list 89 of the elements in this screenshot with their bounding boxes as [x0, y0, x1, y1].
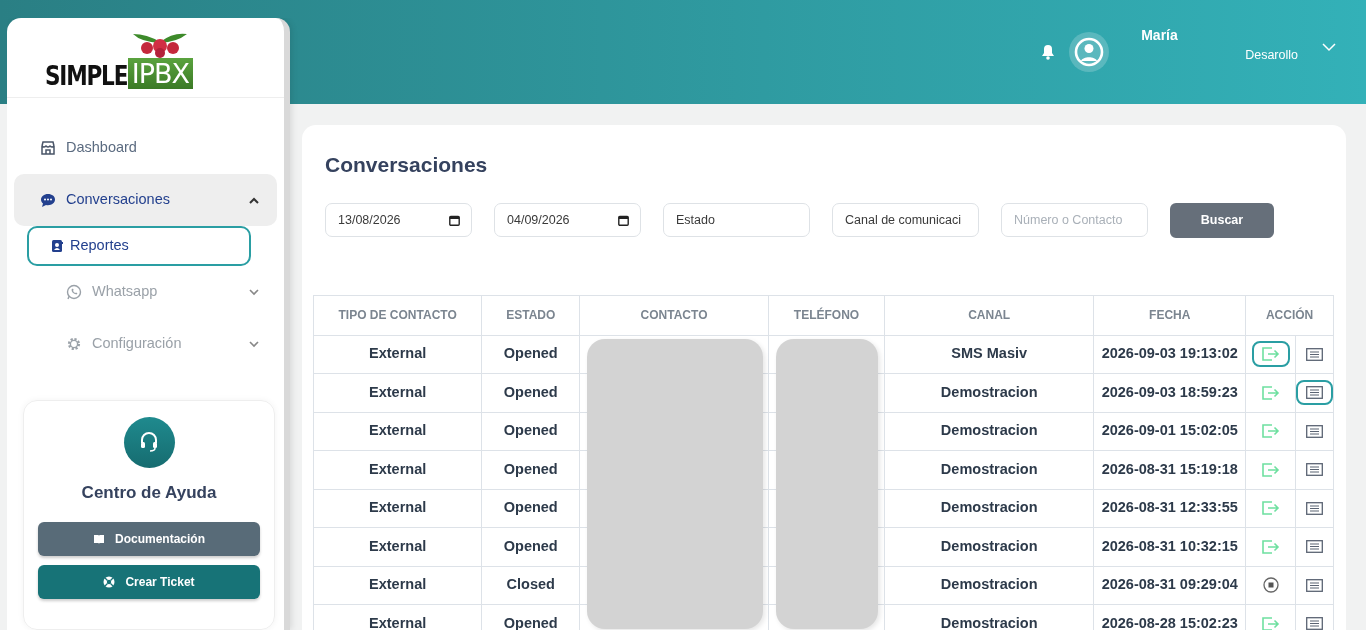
search-field[interactable]: Número o Contacto	[1001, 203, 1148, 237]
table-cell: External	[369, 422, 427, 439]
column-header: TIPO DE CONTACTO	[313, 295, 482, 335]
avatar[interactable]	[1069, 32, 1110, 72]
table-cell: 2026-08-31 10:32:15	[1101, 537, 1238, 554]
table-cell: Demostracion	[940, 576, 1038, 593]
list-icon	[1306, 347, 1324, 361]
stop-icon	[1262, 577, 1279, 594]
list-icon	[1306, 578, 1324, 592]
table-cell: SMS Masiv	[951, 345, 1028, 362]
bell-icon[interactable]	[1041, 44, 1056, 60]
table-cell: Opened	[503, 422, 558, 439]
list-icon	[1306, 463, 1324, 477]
chevron-down-icon[interactable]	[1322, 42, 1336, 52]
list-icon	[1306, 617, 1324, 630]
menu-item[interactable]: Dashboard	[14, 122, 277, 174]
exit-icon	[1261, 424, 1280, 439]
column-header: TELÉFONO	[768, 295, 885, 335]
table-cell: Opened	[503, 499, 558, 516]
table-cell: External	[369, 614, 427, 630]
gear-icon	[66, 336, 82, 352]
list-icon	[1306, 424, 1324, 438]
open-chat-button[interactable]	[1251, 341, 1290, 368]
chevron-down-icon	[249, 288, 259, 296]
table-cell: Closed	[506, 576, 555, 593]
date-field[interactable]: 04/09/2026	[494, 203, 641, 237]
table-cell: Opened	[503, 460, 558, 477]
table-cell: Demostracion	[940, 383, 1038, 400]
help-title: Centro de Ayuda	[81, 481, 217, 504]
search-button[interactable]: Buscar	[1170, 202, 1274, 238]
user-role: Desarollo	[1244, 47, 1298, 65]
table-cell: Demostracion	[940, 537, 1038, 554]
logo-badge: IPBX	[127, 58, 194, 89]
calendar-icon[interactable]	[449, 215, 460, 226]
table-cell: 2026-09-01 15:02:05	[1101, 422, 1238, 439]
date-field[interactable]: 13/08/2026	[325, 203, 472, 237]
column-header: CANAL	[884, 295, 1094, 335]
table-cell: 2026-09-03 19:13:02	[1101, 345, 1238, 362]
list-icon	[1306, 501, 1324, 515]
ticket-button[interactable]: Crear Ticket	[38, 565, 260, 599]
column-header: ACCIÓN	[1245, 295, 1334, 335]
exit-icon	[1261, 539, 1280, 554]
table-cell: 2026-08-31 12:33:55	[1101, 499, 1238, 516]
menu-item[interactable]: Conversaciones	[14, 174, 277, 226]
table-cell: Demostracion	[940, 614, 1038, 630]
table-cell: Demostracion	[940, 460, 1038, 477]
column-header: CONTACTO	[579, 295, 769, 335]
chevron-up-icon	[249, 196, 259, 204]
table-cell: Opened	[503, 345, 558, 362]
exit-icon	[1261, 462, 1280, 477]
logo-text: SIMPLE	[45, 62, 128, 89]
table-cell: Demostracion	[940, 499, 1038, 516]
user-name: María	[1141, 26, 1179, 46]
table-cell: Demostracion	[940, 422, 1038, 439]
list-icon	[1306, 386, 1324, 400]
submenu-item[interactable]: Reportes	[27, 226, 251, 266]
table-cell: Opened	[503, 537, 558, 554]
table-cell: 2026-08-28 15:02:23	[1101, 614, 1238, 630]
column-header: FECHA	[1093, 295, 1246, 335]
exit-icon	[1261, 616, 1280, 630]
contact-card-icon	[51, 239, 63, 253]
exit-icon	[1261, 347, 1280, 362]
table-cell: Opened	[503, 383, 558, 400]
exit-icon	[1261, 385, 1280, 400]
lifebuoy-icon	[103, 576, 116, 588]
page-title: Conversaciones	[325, 152, 489, 178]
table-cell: 2026-08-31 09:29:04	[1101, 576, 1238, 593]
documentation-button[interactable]: Documentación	[38, 522, 260, 556]
select-field[interactable]: Estado	[663, 203, 810, 237]
book-icon	[93, 534, 105, 544]
select-field[interactable]: Canal de comunicaci	[832, 203, 979, 237]
chevron-down-icon	[249, 340, 259, 348]
table-cell: External	[369, 537, 427, 554]
store-icon	[40, 140, 56, 156]
column-header: ESTADO	[481, 295, 580, 335]
table-cell: External	[369, 576, 427, 593]
detail-button[interactable]	[1296, 380, 1334, 406]
table-cell: Opened	[503, 614, 558, 630]
table-cell: 2026-09-03 18:59:23	[1101, 383, 1238, 400]
table-cell: External	[369, 499, 427, 516]
table-cell: 2026-08-31 15:19:18	[1101, 460, 1238, 477]
calendar-icon[interactable]	[618, 215, 629, 226]
whatsapp-icon	[66, 284, 82, 300]
table-cell: External	[369, 383, 427, 400]
chat-icon	[40, 192, 56, 208]
exit-icon	[1261, 501, 1280, 516]
table-cell: External	[369, 345, 427, 362]
list-icon	[1306, 540, 1324, 554]
table-cell: External	[369, 460, 427, 477]
